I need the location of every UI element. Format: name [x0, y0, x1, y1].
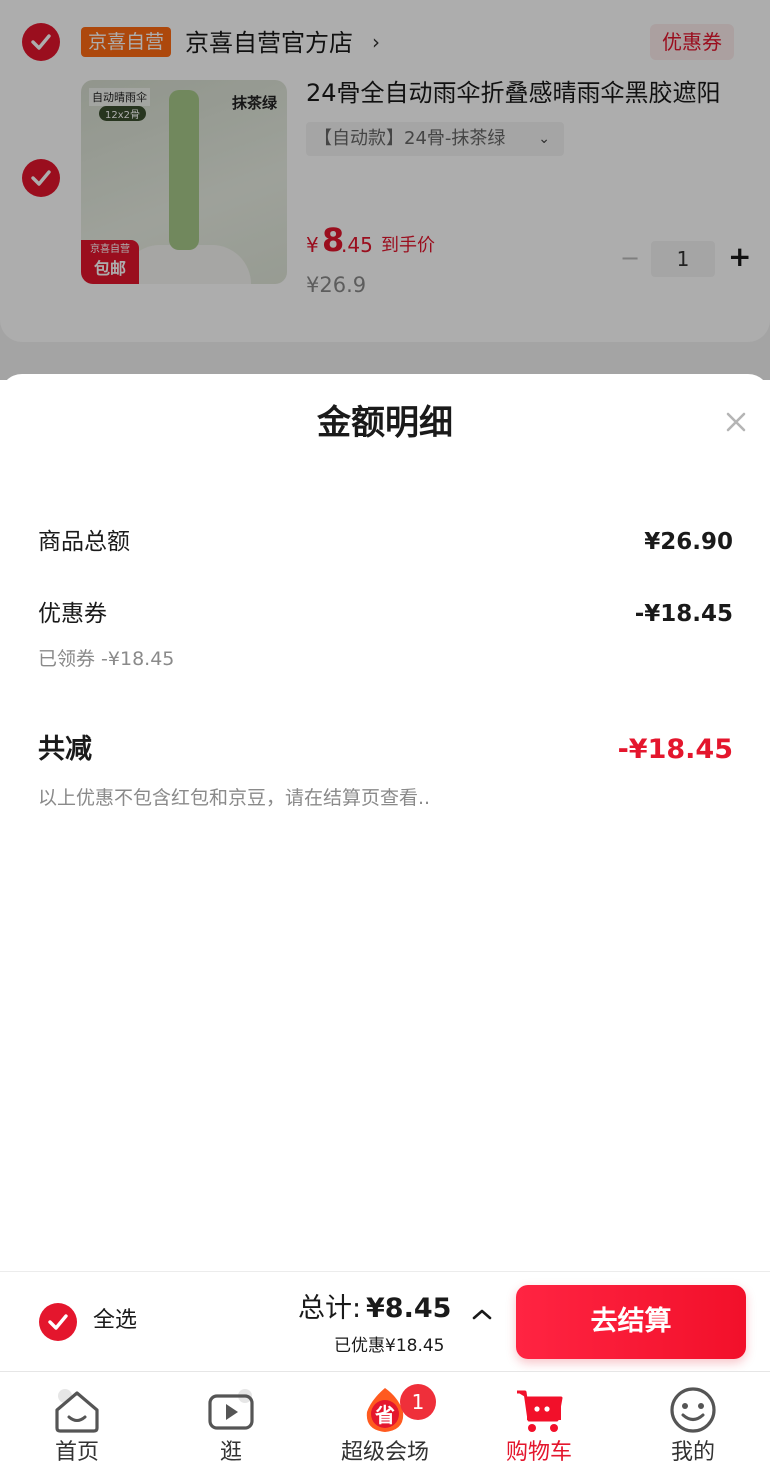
- select-all-checkbox[interactable]: [39, 1303, 77, 1341]
- tab-cart-label: 购物车: [505, 1440, 572, 1465]
- total-reduction-label: 共减: [38, 734, 92, 765]
- sheet-title: 金额明细: [317, 403, 453, 443]
- coupon-label: 优惠券: [38, 601, 107, 627]
- goods-total-value: ¥26.90: [644, 529, 733, 555]
- video-play-icon: [208, 1389, 254, 1430]
- close-button[interactable]: [720, 406, 752, 438]
- chevron-up-icon[interactable]: [470, 1306, 494, 1322]
- select-all-label[interactable]: 全选: [93, 1306, 137, 1336]
- tab-profile[interactable]: 我的: [616, 1372, 770, 1479]
- bottom-tab-bar: 首页 逛 省 超级会场 购物车 我的 1: [0, 1371, 770, 1479]
- tab-super-venue[interactable]: 省 超级会场: [308, 1372, 462, 1479]
- tab-home-label: 首页: [54, 1440, 99, 1465]
- tab-browse-label: 逛: [219, 1440, 242, 1465]
- coupon-value: -¥18.45: [634, 601, 733, 627]
- disclaimer-text: 以上优惠不包含红包和京豆，请在结算页查看..: [38, 787, 431, 809]
- checkmark-icon: [48, 1314, 68, 1330]
- checkout-bar: 全选 总计: ¥8.45 已优惠¥18.45 去结算: [0, 1271, 770, 1371]
- saved-amount-note: 已优惠¥18.45: [334, 1336, 445, 1356]
- tab-browse[interactable]: 逛: [154, 1372, 308, 1479]
- tab-profile-label: 我的: [670, 1440, 715, 1465]
- tab-super-venue-label: 超级会场: [340, 1440, 429, 1465]
- sum-label: 总计:: [298, 1293, 362, 1324]
- total-reduction-value: -¥18.45: [617, 734, 733, 765]
- home-icon: [55, 1389, 99, 1433]
- checkout-button[interactable]: 去结算: [516, 1285, 746, 1359]
- svg-text:省: 省: [374, 1403, 395, 1427]
- amount-details-sheet: 金额明细 商品总额 ¥26.90 优惠券 -¥18.45 已领券 -¥18.45…: [0, 374, 770, 1272]
- sum-value: ¥8.45: [366, 1293, 452, 1324]
- tab-home[interactable]: 首页: [0, 1372, 154, 1479]
- coupon-claimed-note: 已领券 -¥18.45: [38, 648, 175, 670]
- notification-badge: 1: [400, 1384, 436, 1420]
- shopping-cart-icon: [517, 1390, 563, 1432]
- smiley-face-icon: [670, 1387, 716, 1433]
- tab-cart[interactable]: 购物车: [462, 1372, 616, 1479]
- goods-total-label: 商品总额: [38, 529, 130, 555]
- modal-backdrop[interactable]: [0, 0, 770, 380]
- close-icon: [726, 412, 746, 432]
